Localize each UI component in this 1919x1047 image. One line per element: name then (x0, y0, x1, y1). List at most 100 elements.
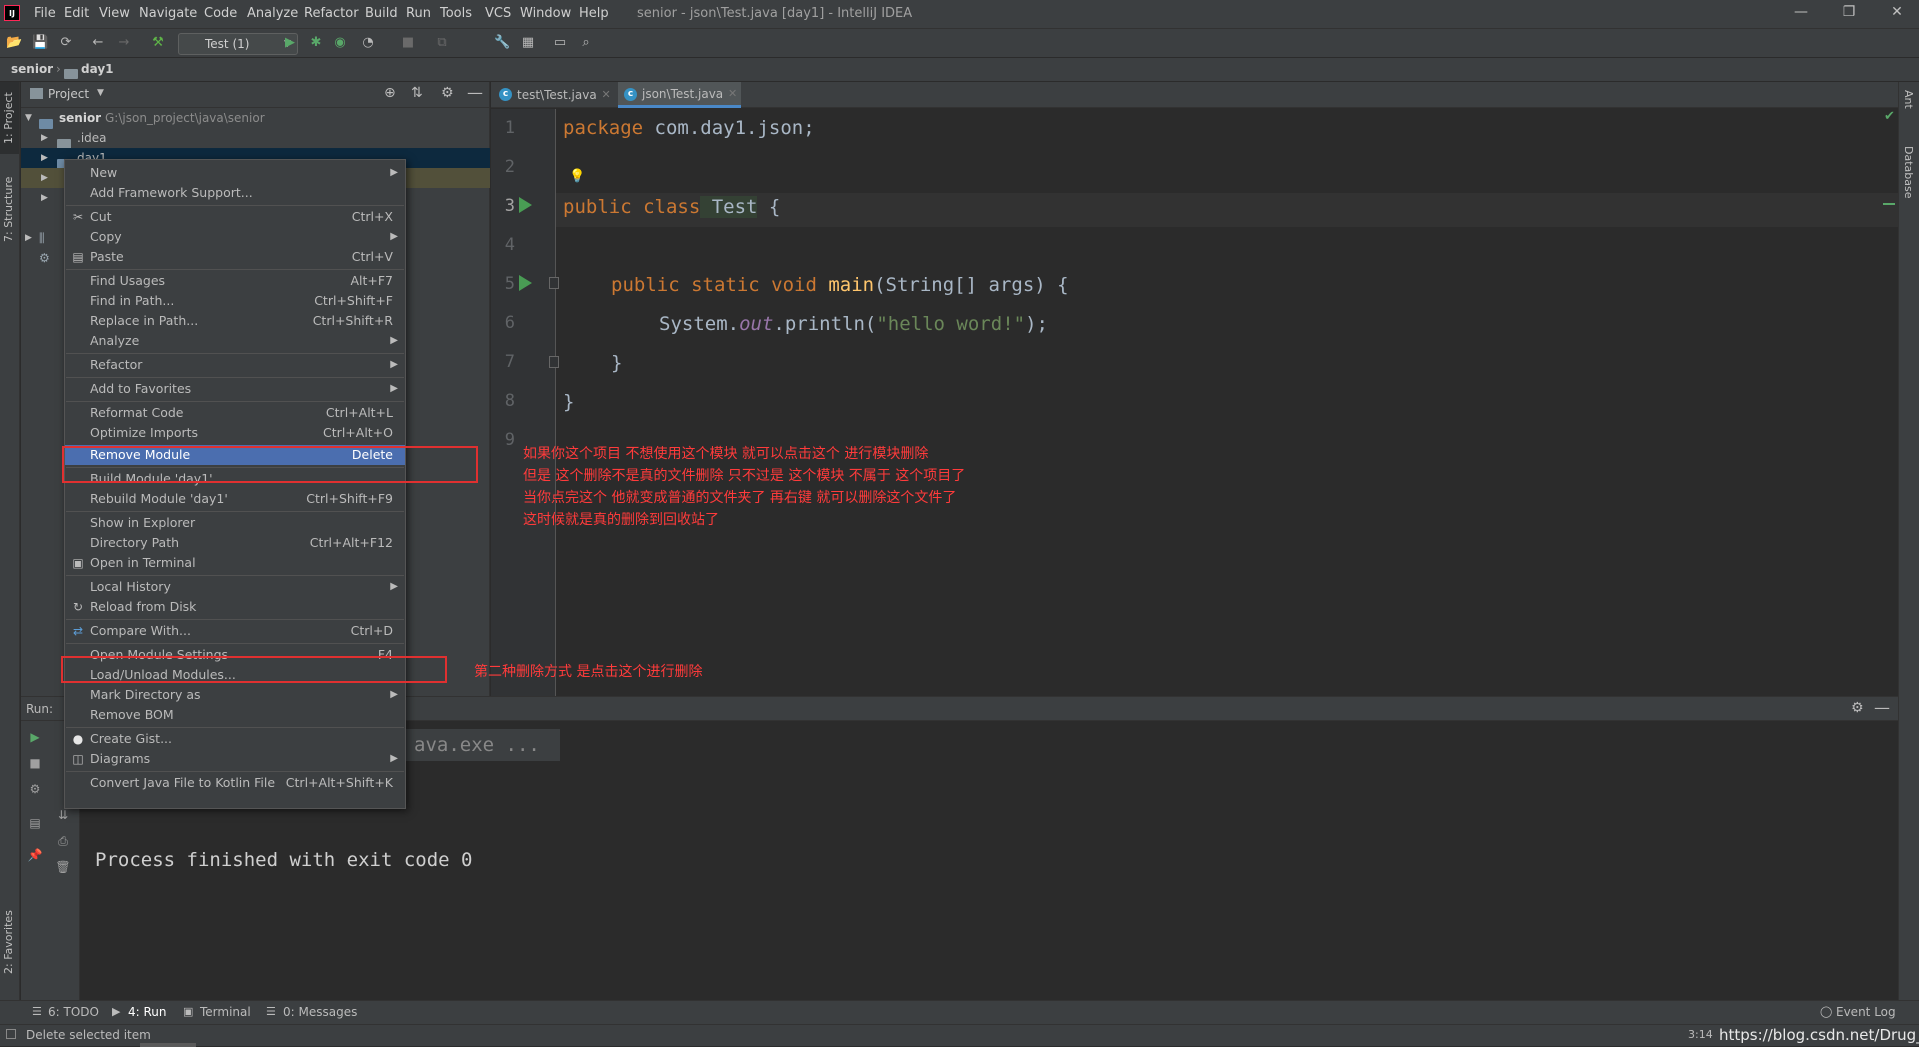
fold-icon[interactable] (549, 277, 559, 289)
structure-tool-tab[interactable]: 7: Structure (2, 177, 15, 242)
menu-item-paste[interactable]: ▤ Paste Ctrl+V (65, 247, 405, 267)
run-icon[interactable]: ▶ (282, 35, 298, 51)
project-tool-tab[interactable]: 1: Project (2, 92, 15, 144)
minimize-button[interactable]: — (1786, 4, 1816, 20)
menu-item-remove-bom[interactable]: Remove BOM (65, 705, 405, 725)
menu-build[interactable]: Build (365, 6, 398, 21)
frames-icon[interactable]: ⧉ (434, 35, 450, 51)
fold-icon[interactable] (549, 356, 559, 368)
gear-icon[interactable]: ⚙ (1851, 700, 1864, 716)
debug-icon[interactable]: ✱ (308, 35, 324, 51)
pin-icon[interactable]: 📌 (27, 847, 43, 863)
menu-analyze[interactable]: Analyze (247, 6, 298, 21)
profile-icon[interactable]: ◔ (360, 35, 376, 51)
favorites-tool-tab[interactable]: 2: Favorites (2, 910, 15, 974)
search-icon[interactable]: ⌕ (578, 35, 594, 51)
menu-help[interactable]: Help (579, 6, 609, 21)
ant-tool-tab[interactable]: Ant (1902, 90, 1915, 109)
run-tab[interactable]: 4: Run (128, 1005, 167, 1019)
checkmark-icon: ✔ (1884, 109, 1895, 124)
messages-tab[interactable]: 0: Messages (283, 1005, 357, 1019)
run-gutter-icon[interactable] (519, 275, 532, 291)
build-hammer-icon[interactable]: ⚒ (150, 35, 166, 51)
settings-wrench-icon[interactable]: 🔧 (494, 35, 510, 51)
back-icon[interactable]: ← (90, 35, 106, 51)
restore-button[interactable]: ❐ (1834, 4, 1864, 20)
menu-item-reload-from-disk[interactable]: ↻ Reload from Disk (65, 597, 405, 617)
trash-icon[interactable]: 🗑 (55, 859, 71, 875)
run-configuration-select[interactable]: Test (1) ▼ (178, 33, 298, 55)
gear-icon[interactable]: ⚙ (441, 85, 454, 101)
tab-json-test-java[interactable]: c json\Test.java ✕ (618, 82, 742, 108)
layout-icon[interactable]: ▤ (27, 815, 43, 831)
stop-icon[interactable]: ■ (400, 35, 416, 51)
menu-item-compare-with[interactable]: ⇄ Compare With... Ctrl+D (65, 621, 405, 641)
project-structure-icon[interactable]: ▦ (520, 35, 536, 51)
forward-icon[interactable]: → (116, 35, 132, 51)
menu-vcs[interactable]: VCS (485, 6, 511, 21)
menu-item-mark-directory-as[interactable]: Mark Directory as ▶ (65, 685, 405, 705)
hide-panel-icon[interactable]: — (467, 83, 483, 102)
save-icon[interactable]: 💾 (32, 35, 48, 51)
tree-row-idea[interactable]: ▶ .idea (21, 128, 490, 149)
menu-item-create-gist[interactable]: ● Create Gist... (65, 729, 405, 749)
menu-item-open-in-terminal[interactable]: ▣ Open in Terminal (65, 553, 405, 573)
menu-navigate[interactable]: Navigate (139, 6, 197, 21)
menu-code[interactable]: Code (204, 6, 237, 21)
tab-test-java[interactable]: c test\Test.java ✕ (493, 82, 615, 108)
terminal-tab[interactable]: Terminal (200, 1005, 251, 1019)
coverage-icon[interactable]: ◉ (332, 35, 348, 51)
todo-tab[interactable]: 6: TODO (48, 1005, 99, 1019)
menu-item-diagrams[interactable]: ◫ Diagrams ▶ (65, 749, 405, 769)
restore-layout-icon[interactable]: ⚙ (27, 781, 43, 797)
collapse-icon[interactable]: ⇅ (411, 85, 423, 101)
menu-window[interactable]: Window (520, 6, 571, 21)
menu-item-add-to-favorites[interactable]: Add to Favorites ▶ (65, 379, 405, 399)
open-folder-icon[interactable]: 📂 (6, 35, 22, 51)
menu-refactor[interactable]: Refactor (304, 6, 359, 21)
menu-item-show-in-explorer[interactable]: Show in Explorer (65, 513, 405, 533)
menu-edit[interactable]: Edit (64, 6, 89, 21)
event-log-tab[interactable]: Event Log (1836, 1005, 1896, 1019)
locate-icon[interactable]: ⊕ (384, 85, 396, 101)
stop-icon[interactable]: ■ (27, 755, 43, 771)
menu-item-refactor[interactable]: Refactor ▶ (65, 355, 405, 375)
terminal-icon[interactable]: ▭ (552, 35, 568, 51)
menu-item-rebuild-module[interactable]: Rebuild Module 'day1' Ctrl+Shift+F9 (65, 489, 405, 509)
breadcrumb-day1[interactable]: day1 (81, 62, 114, 76)
menu-item-analyze[interactable]: Analyze ▶ (65, 331, 405, 351)
run-gutter-icon[interactable] (519, 197, 532, 213)
tree-row-senior[interactable]: ▼ senior G:\json_project\java\senior (21, 108, 490, 129)
scroll-end-icon[interactable]: ⇊ (55, 807, 71, 823)
close-icon[interactable]: ✕ (601, 82, 610, 108)
project-view-select[interactable]: Project (48, 87, 89, 101)
lightbulb-icon[interactable]: 💡 (569, 169, 585, 184)
status-toggle-icon[interactable] (6, 1029, 16, 1039)
breadcrumb-senior[interactable]: senior (11, 62, 53, 76)
menu-item-local-history[interactable]: Local History ▶ (65, 577, 405, 597)
menu-run[interactable]: Run (406, 6, 431, 21)
hide-panel-icon[interactable]: — (1874, 698, 1890, 717)
menu-tools[interactable]: Tools (440, 6, 472, 21)
caret-position[interactable]: 3:14 (1688, 1028, 1713, 1041)
menu-item-reformat-code[interactable]: Reformat Code Ctrl+Alt+L (65, 403, 405, 423)
sync-icon[interactable]: ⟳ (58, 35, 74, 51)
menu-item-find-in-path[interactable]: Find in Path... Ctrl+Shift+F (65, 291, 405, 311)
menu-item-cut[interactable]: ✂ Cut Ctrl+X (65, 207, 405, 227)
close-icon[interactable]: ✕ (728, 82, 737, 106)
menu-item-find-usages[interactable]: Find Usages Alt+F7 (65, 271, 405, 291)
database-tool-tab[interactable]: Database (1902, 146, 1915, 199)
menu-item-optimize-imports[interactable]: Optimize Imports Ctrl+Alt+O (65, 423, 405, 443)
menu-item-new[interactable]: New ▶ (65, 163, 405, 183)
menu-view[interactable]: View (99, 6, 130, 21)
menu-item-add-framework-support[interactable]: Add Framework Support... (65, 183, 405, 203)
menu-item-convert-to-kotlin[interactable]: Convert Java File to Kotlin File Ctrl+Alt… (65, 773, 405, 793)
menu-file[interactable]: File (34, 6, 56, 21)
code-editor[interactable]: 1 2 3 4 5 6 7 8 9 💡 package com.day1.jso… (491, 109, 1898, 696)
print-icon[interactable]: ⎙ (55, 833, 71, 849)
rerun-icon[interactable]: ▶ (27, 729, 43, 745)
menu-item-directory-path[interactable]: Directory Path Ctrl+Alt+F12 (65, 533, 405, 553)
close-button[interactable]: ✕ (1882, 4, 1912, 20)
menu-item-copy[interactable]: Copy ▶ (65, 227, 405, 247)
menu-item-replace-in-path[interactable]: Replace in Path... Ctrl+Shift+R (65, 311, 405, 331)
